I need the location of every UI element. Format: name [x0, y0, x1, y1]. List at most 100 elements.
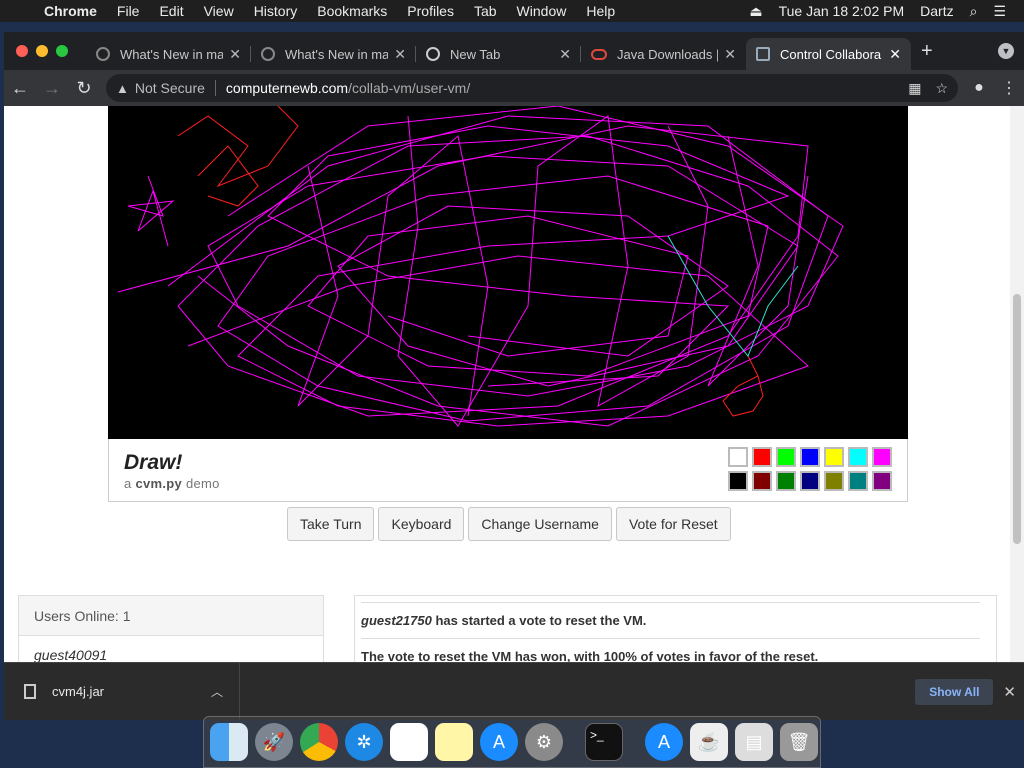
macos-menu-bar: Chrome File Edit View History Bookmarks …: [0, 0, 1024, 22]
color-swatch[interactable]: [848, 471, 868, 491]
chrome-icon[interactable]: [300, 723, 338, 761]
user-list-item[interactable]: guest40091: [19, 636, 323, 662]
bookmark-star-icon[interactable]: ☆: [935, 80, 948, 97]
take-turn-button[interactable]: Take Turn: [287, 507, 375, 541]
tab-title: New Tab: [450, 46, 501, 62]
zoom-window-button[interactable]: [56, 45, 68, 57]
color-swatch[interactable]: [872, 471, 892, 491]
color-swatch[interactable]: [872, 447, 892, 467]
menubar-clock[interactable]: Tue Jan 18 2:02 PM: [771, 3, 913, 19]
menubar-user[interactable]: Dartz: [912, 3, 961, 19]
color-swatch[interactable]: [848, 447, 868, 467]
menu-app-name[interactable]: Chrome: [44, 3, 107, 19]
tab-new-tab[interactable]: New Tab ✕: [416, 38, 581, 70]
menu-bookmarks[interactable]: Bookmarks: [307, 3, 397, 19]
vm-display-canvas[interactable]: [108, 106, 908, 439]
java-jar-icon[interactable]: ☕: [690, 723, 728, 761]
tab-title: Java Downloads |: [617, 46, 719, 62]
tab-strip: What's New in ma ✕ What's New in ma ✕ Ne…: [4, 32, 1024, 70]
eject-icon[interactable]: ⏏: [741, 3, 770, 20]
url-path[interactable]: /collab-vm/user-vm/: [348, 80, 470, 96]
new-tab-plus-icon[interactable]: +: [921, 40, 933, 63]
color-swatch[interactable]: [824, 471, 844, 491]
download-filename[interactable]: cvm4j.jar: [52, 684, 211, 699]
subtitle-suffix: demo: [185, 476, 220, 491]
page-content: Draw! a cvm.py demo Take Turn Keyboard C…: [4, 106, 1024, 662]
menu-tab[interactable]: Tab: [464, 3, 507, 19]
close-icon[interactable]: ✕: [394, 46, 406, 63]
minimize-window-button[interactable]: [36, 45, 48, 57]
tab-whats-new-2[interactable]: What's New in ma ✕: [251, 38, 416, 70]
color-swatch[interactable]: [824, 447, 844, 467]
menu-profiles[interactable]: Profiles: [397, 3, 464, 19]
globe-icon: [96, 47, 110, 61]
preview-icon[interactable]: ▤: [735, 723, 773, 761]
finder-icon[interactable]: [210, 723, 248, 761]
menu-file[interactable]: File: [107, 3, 150, 19]
close-window-button[interactable]: [16, 45, 28, 57]
chat-username: guest21750: [361, 613, 432, 628]
cvm-icon: [756, 47, 770, 61]
vote-for-reset-button[interactable]: Vote for Reset: [615, 507, 731, 541]
calendar-icon[interactable]: [390, 723, 428, 761]
control-center-icon[interactable]: ☰: [985, 3, 1014, 20]
tab-title: What's New in ma: [120, 46, 224, 62]
menu-history[interactable]: History: [244, 3, 308, 19]
color-swatch[interactable]: [776, 471, 796, 491]
color-swatch[interactable]: [752, 471, 772, 491]
menu-help[interactable]: Help: [576, 3, 625, 19]
terminal-icon[interactable]: >_: [585, 723, 623, 761]
system-preferences-icon[interactable]: ⚙: [525, 723, 563, 761]
color-swatch[interactable]: [728, 447, 748, 467]
color-swatch[interactable]: [776, 447, 796, 467]
chevron-up-icon[interactable]: ︿: [211, 683, 223, 700]
close-icon[interactable]: ✕: [889, 46, 901, 63]
menu-view[interactable]: View: [194, 3, 244, 19]
profile-avatar-icon[interactable]: ●: [964, 79, 994, 97]
security-status[interactable]: Not Secure: [135, 80, 205, 96]
warning-triangle-icon[interactable]: ▲: [116, 81, 129, 96]
download-item[interactable]: cvm4j.jar ︿: [4, 662, 240, 720]
users-online-panel: Users Online: 1 guest40091: [18, 595, 324, 662]
macos-dock: 🚀 ✲ A ⚙ >_ A ☕ ▤ 🗑: [203, 716, 821, 768]
scrollbar-thumb[interactable]: [1013, 294, 1021, 544]
tab-whats-new-1[interactable]: What's New in ma ✕: [86, 38, 251, 70]
globe-icon: [261, 47, 275, 61]
forward-arrow-icon[interactable]: →: [36, 78, 68, 99]
tab-java-downloads[interactable]: Java Downloads | ✕: [581, 38, 746, 70]
qr-code-icon[interactable]: ▦: [908, 80, 921, 97]
keyboard-button[interactable]: Keyboard: [378, 507, 465, 541]
color-swatch[interactable]: [752, 447, 772, 467]
vm-controls: Take Turn Keyboard Change Username Vote …: [287, 507, 731, 541]
close-icon[interactable]: ✕: [1003, 683, 1016, 701]
launchpad-icon[interactable]: 🚀: [255, 723, 293, 761]
tab-search-chevron-icon[interactable]: ▼: [998, 43, 1014, 59]
color-swatch[interactable]: [800, 471, 820, 491]
chat-text: The vote to reset the VM has won, with 1…: [361, 649, 819, 662]
tab-control-collaborative[interactable]: Control Collabora ✕: [746, 38, 911, 70]
close-icon[interactable]: ✕: [229, 46, 241, 63]
draw-subtitle: a cvm.py demo: [124, 476, 220, 491]
back-arrow-icon[interactable]: ←: [4, 78, 36, 99]
notes-icon[interactable]: [435, 723, 473, 761]
menu-window[interactable]: Window: [507, 3, 577, 19]
vm-drawing: [117, 106, 844, 427]
safari-icon[interactable]: ✲: [345, 723, 383, 761]
show-all-button[interactable]: Show All: [915, 678, 994, 705]
browser-toolbar: ← → ↻ ▲ Not Secure computernewb.com /col…: [4, 70, 1024, 106]
color-swatch[interactable]: [800, 447, 820, 467]
url-host[interactable]: computernewb.com: [226, 80, 348, 96]
page-scrollbar[interactable]: [1010, 106, 1024, 662]
trash-icon[interactable]: 🗑: [780, 723, 818, 761]
close-icon[interactable]: ✕: [724, 46, 736, 63]
reload-icon[interactable]: ↻: [68, 78, 100, 99]
app-store-icon[interactable]: A: [480, 723, 518, 761]
menu-edit[interactable]: Edit: [149, 3, 193, 19]
change-username-button[interactable]: Change Username: [468, 507, 612, 541]
color-swatch[interactable]: [728, 471, 748, 491]
close-icon[interactable]: ✕: [559, 46, 571, 63]
spotlight-search-icon[interactable]: ⌕: [962, 3, 986, 20]
chrome-menu-icon[interactable]: ⋮: [994, 78, 1024, 98]
app-store-download-icon[interactable]: A: [645, 723, 683, 761]
address-bar[interactable]: ▲ Not Secure computernewb.com /collab-vm…: [106, 74, 958, 102]
